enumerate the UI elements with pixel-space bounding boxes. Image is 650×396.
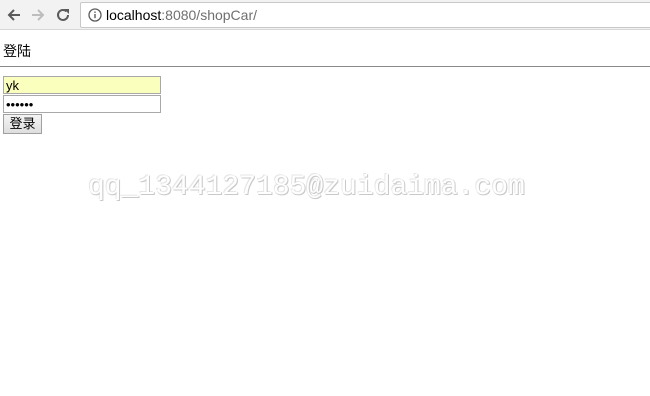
page-title: 登陆 [3, 43, 31, 59]
info-circle-icon[interactable] [88, 8, 102, 22]
address-bar[interactable]: localhost:8080/shopCar/ [80, 2, 650, 28]
password-input[interactable] [3, 95, 161, 113]
reload-icon [55, 7, 71, 23]
url-path: :8080/shopCar/ [161, 7, 257, 23]
back-button[interactable] [3, 4, 25, 26]
watermark-text: qq_1344127185@zuidaima.com [88, 172, 525, 203]
url-text[interactable]: localhost:8080/shopCar/ [106, 7, 257, 24]
reload-button[interactable] [52, 4, 74, 26]
browser-toolbar: localhost:8080/shopCar/ [0, 0, 650, 30]
url-host: localhost [106, 7, 162, 23]
forward-button[interactable] [27, 4, 49, 26]
arrow-right-icon [30, 7, 46, 23]
username-input[interactable] [3, 76, 161, 94]
arrow-left-icon [6, 7, 22, 23]
login-button[interactable]: 登录 [3, 114, 42, 134]
divider [0, 66, 650, 67]
